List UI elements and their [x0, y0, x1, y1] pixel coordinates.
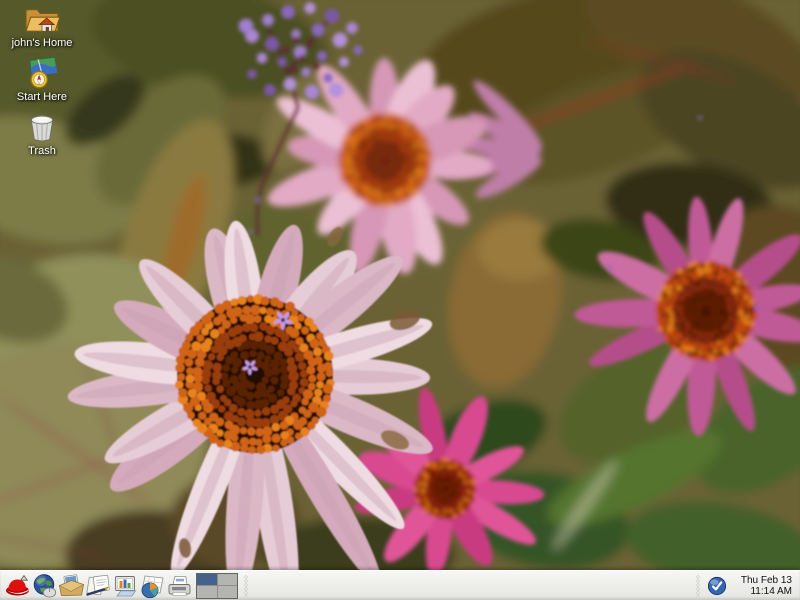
wallpaper-coneflower-photo — [0, 0, 800, 600]
workspace-cell-1[interactable] — [197, 574, 217, 586]
clock-time: 11:14 AM — [750, 586, 792, 597]
writer-documents-icon — [85, 573, 112, 599]
clock-date: Thu Feb 13 — [741, 575, 792, 586]
launcher-main-menu[interactable] — [4, 572, 31, 600]
panel-drag-handle[interactable] — [696, 575, 701, 597]
launcher-spreadsheet[interactable] — [139, 572, 166, 600]
desktop-icon-label: Trash — [28, 145, 56, 157]
desktop-icon-label: john's Home — [12, 37, 73, 49]
panel-drag-handle[interactable] — [244, 575, 249, 597]
launcher-email[interactable] — [58, 572, 85, 600]
update-notifier-button[interactable] — [706, 575, 728, 597]
workspace-cell-2[interactable] — [218, 574, 238, 586]
desktop-icon-start-here[interactable]: Start Here — [4, 57, 80, 103]
email-envelope-icon — [58, 573, 85, 599]
start-here-compass-icon — [25, 57, 59, 89]
globe-browser-icon — [32, 573, 58, 599]
desktop-icon-label: Start Here — [17, 91, 67, 103]
calc-piechart-icon — [139, 573, 166, 599]
trash-can-icon — [27, 111, 57, 143]
red-hat-menu-icon — [5, 573, 31, 599]
launcher-print-manager[interactable] — [166, 572, 193, 600]
launcher-word-processor[interactable] — [85, 572, 112, 600]
workspace-cell-4[interactable] — [218, 586, 238, 598]
printer-icon — [166, 573, 193, 599]
workspace-cell-3[interactable] — [197, 586, 217, 598]
desktop-icon-home[interactable]: john's Home — [4, 3, 80, 49]
blue-check-update-icon — [707, 576, 727, 596]
workspace-switcher — [196, 573, 238, 599]
launcher-presentation[interactable] — [112, 572, 139, 600]
taskbar-panel: Thu Feb 13 11:14 AM — [0, 570, 800, 600]
clock-applet[interactable]: Thu Feb 13 11:14 AM — [736, 575, 792, 597]
launcher-web-browser[interactable] — [31, 572, 58, 600]
desktop-icon-trash[interactable]: Trash — [4, 111, 80, 157]
impress-chart-icon — [112, 573, 139, 599]
home-folder-icon — [23, 3, 61, 35]
desktop-icon-area: john's Home Start Here — [4, 3, 80, 157]
